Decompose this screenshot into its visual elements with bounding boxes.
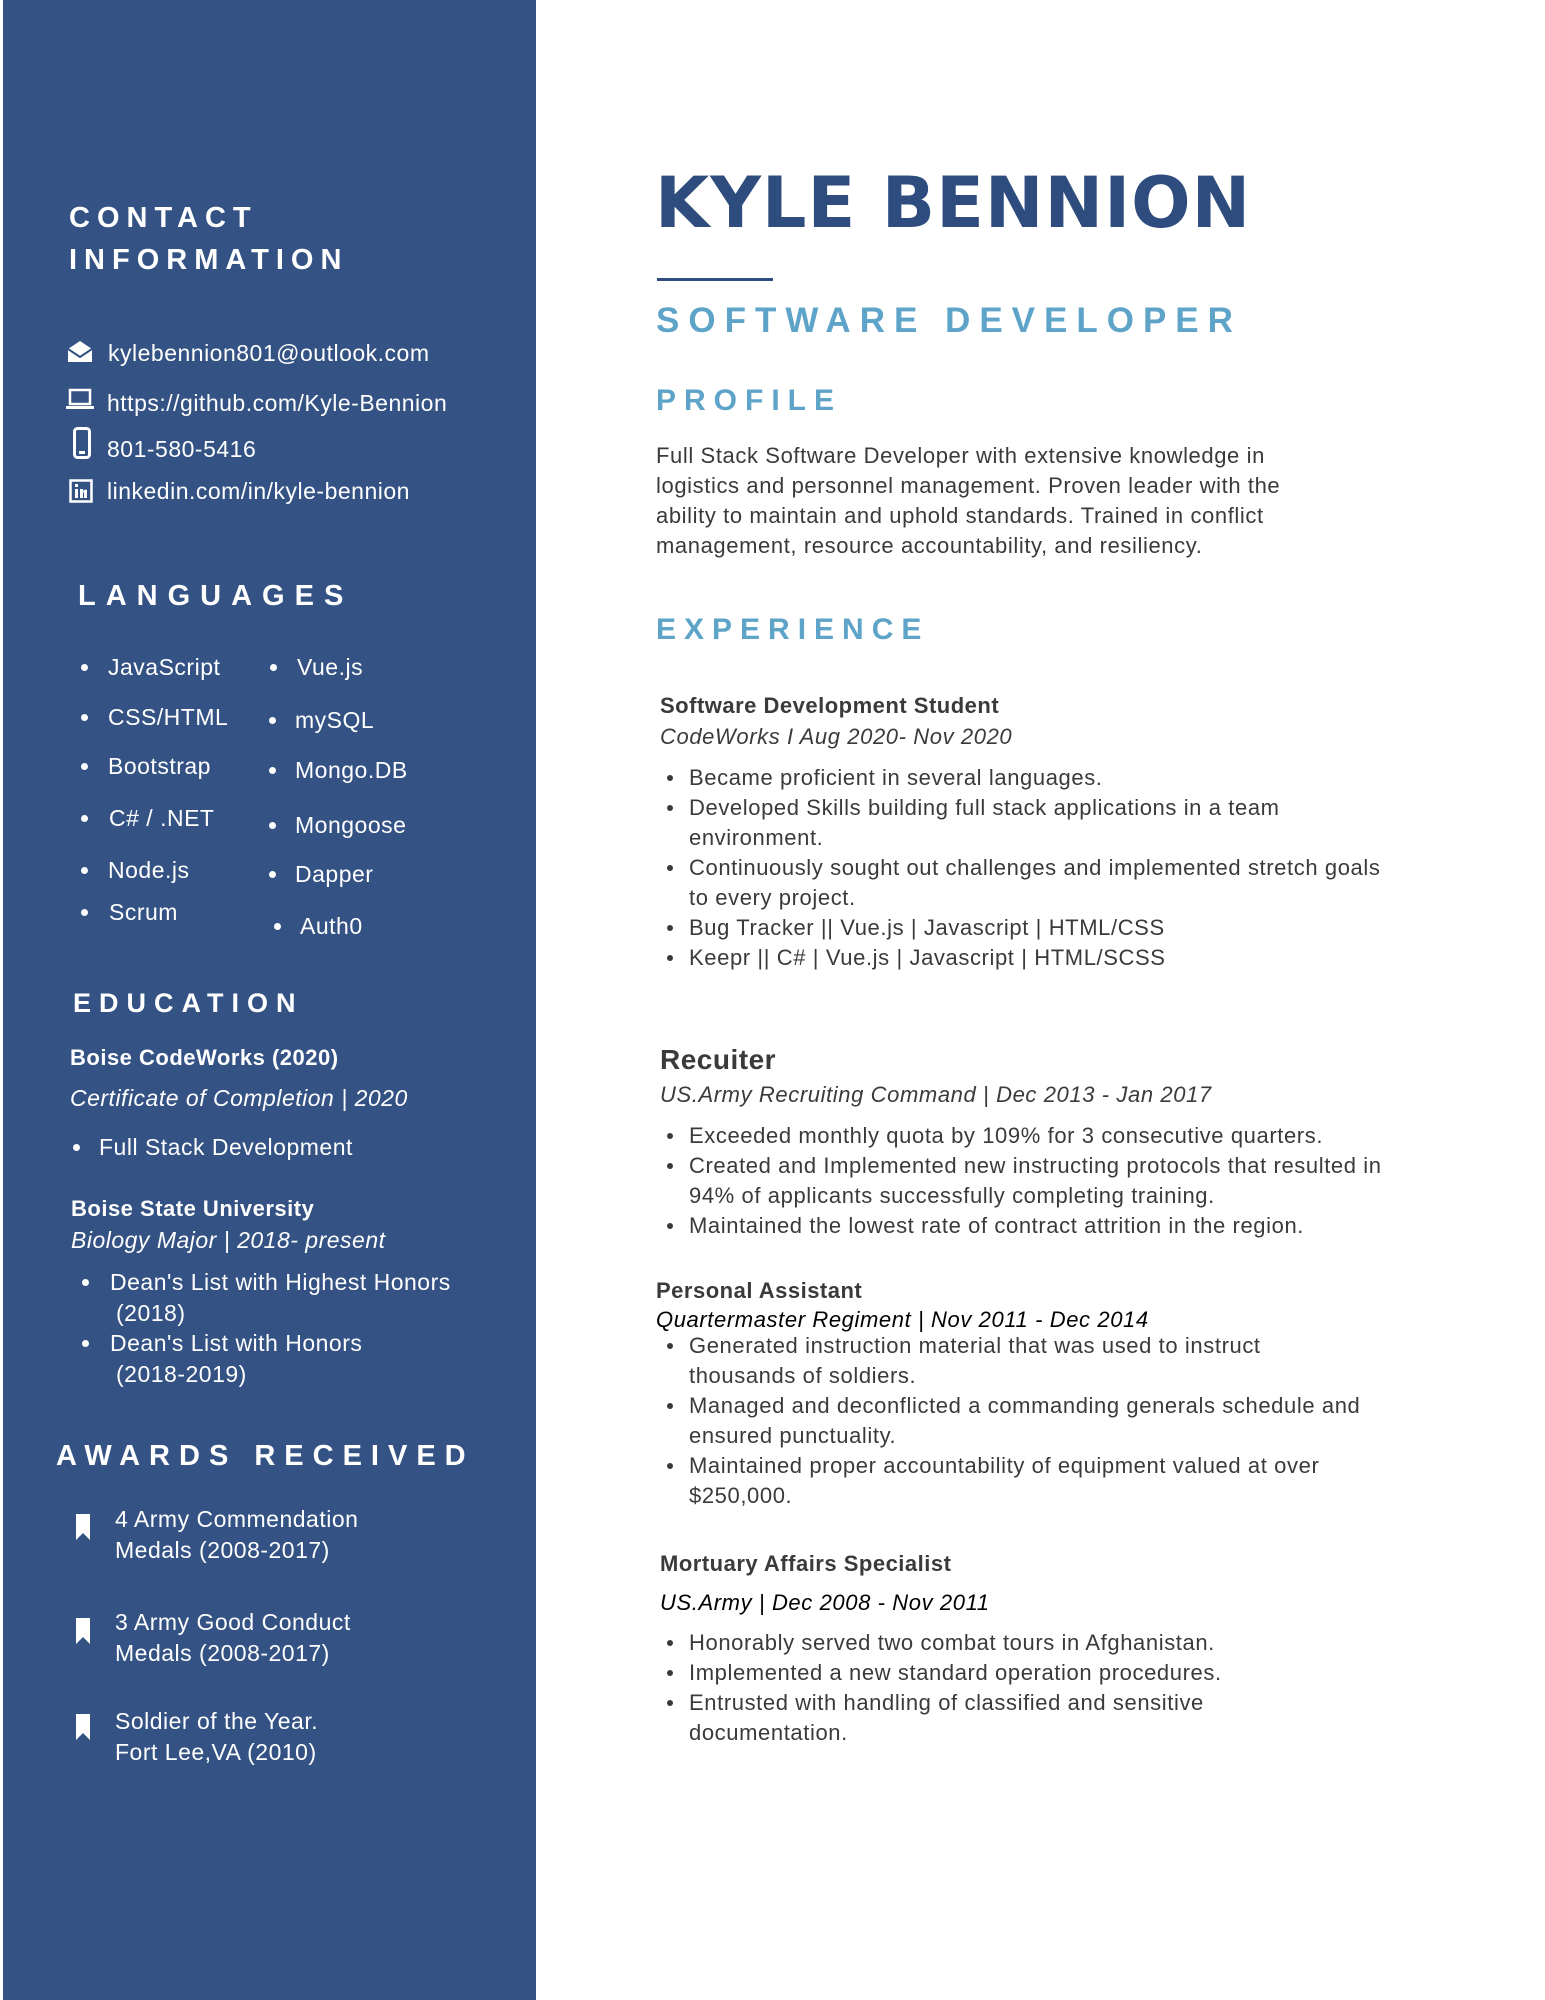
job-bullets: Became proficient in several languages. … xyxy=(667,763,1409,973)
job-bullet: Developed Skills building full stack app… xyxy=(667,793,1389,853)
contact-email[interactable]: kylebennion801@outlook.com xyxy=(108,340,430,367)
bullet-dot xyxy=(81,815,88,822)
sidebar-edge xyxy=(0,0,3,2000)
job-meta: Quartermaster Regiment | Nov 2011 - Dec … xyxy=(656,1307,1149,1332)
sidebar: CONTACT INFORMATION kylebennion801@outlo… xyxy=(0,0,536,2000)
job-bullet: Continuously sought out challenges and i… xyxy=(667,853,1389,913)
language-item: Scrum xyxy=(109,899,178,925)
language-item: Mongoose xyxy=(295,812,407,838)
education-detail-1: Certificate of Completion | 2020 xyxy=(70,1085,408,1111)
education-bullet-cont: (2018) xyxy=(116,1300,186,1326)
bookmark-icon xyxy=(76,1514,90,1540)
award-line-1: 4 Army Commendation xyxy=(115,1506,359,1532)
bookmark-icon xyxy=(76,1618,90,1644)
language-item: Mongo.DB xyxy=(295,757,408,783)
profile-line: logistics and personnel management. Prov… xyxy=(656,473,1281,498)
education-bullet-cont: (2018-2019) xyxy=(116,1361,247,1387)
award-line-1: 3 Army Good Conduct xyxy=(115,1609,351,1635)
job-bullet: Managed and deconflicted a commanding ge… xyxy=(667,1391,1389,1451)
bullet-dot xyxy=(81,867,88,874)
award-line-2: Medals (2008-2017) xyxy=(115,1640,330,1666)
bullet-dot xyxy=(269,871,276,878)
job-bullet: Bug Tracker || Vue.js | Javascript | HTM… xyxy=(667,913,1409,943)
contact-linkedin[interactable]: linkedin.com/in/kyle-bennion xyxy=(107,478,410,505)
bookmark-icon xyxy=(76,1714,90,1740)
award-line-2: Medals (2008-2017) xyxy=(115,1537,330,1563)
education-detail-2: Biology Major | 2018- present xyxy=(71,1227,386,1253)
education-bullet: Dean's List with Honors xyxy=(110,1330,363,1356)
job-bullet: Entrusted with handling of classified an… xyxy=(667,1688,1309,1748)
profile-line: management, resource accountability, and… xyxy=(656,533,1203,558)
bullet-dot xyxy=(81,664,88,671)
bullet-dot xyxy=(81,763,88,770)
bullet-dot xyxy=(82,1340,89,1347)
job-bullets: Exceeded monthly quota by 109% for 3 con… xyxy=(667,1121,1409,1241)
language-item: Node.js xyxy=(108,857,190,883)
language-item: Vue.js xyxy=(297,654,364,680)
job-bullet: Implemented a new standard operation pro… xyxy=(667,1658,1409,1688)
job-meta: US.Army Recruiting Command | Dec 2013 - … xyxy=(660,1082,1212,1107)
profile-line: ability to maintain and uphold standards… xyxy=(656,503,1264,528)
bullet-dot xyxy=(82,1279,89,1286)
experience-heading: EXPERIENCE xyxy=(656,613,930,646)
education-school-2: Boise State University xyxy=(71,1196,315,1221)
job-title-heading: SOFTWARE DEVELOPER xyxy=(656,301,1242,340)
language-item: JavaScript xyxy=(108,654,221,680)
job-title: Recuiter xyxy=(660,1044,777,1075)
contact-github[interactable]: https://github.com/Kyle-Bennion xyxy=(107,390,447,417)
job-bullet: Exceeded monthly quota by 109% for 3 con… xyxy=(667,1121,1409,1151)
job-bullet: Maintained proper accountability of equi… xyxy=(667,1451,1399,1511)
job-bullet: Became proficient in several languages. xyxy=(667,763,1409,793)
bullet-dot xyxy=(274,923,281,930)
job-meta: CodeWorks I Aug 2020- Nov 2020 xyxy=(660,724,1013,749)
bullet-dot xyxy=(269,717,276,724)
phone-icon xyxy=(73,427,91,459)
job-title: Software Development Student xyxy=(660,693,1000,718)
bullet-dot xyxy=(81,909,88,916)
job-bullet: Keepr || C# | Vue.js | Javascript | HTML… xyxy=(667,943,1409,973)
language-item: CSS/HTML xyxy=(108,704,229,730)
bullet-dot xyxy=(73,1144,80,1151)
bullet-dot xyxy=(81,714,88,721)
linkedin-icon xyxy=(69,479,93,503)
language-item: mySQL xyxy=(295,707,375,733)
profile-line: Full Stack Software Developer with exten… xyxy=(656,443,1265,468)
award-line-2: Fort Lee,VA (2010) xyxy=(115,1739,317,1765)
education-heading: EDUCATION xyxy=(73,988,304,1018)
job-bullets: Generated instruction material that was … xyxy=(667,1331,1409,1511)
award-line-1: Soldier of the Year. xyxy=(115,1708,319,1734)
job-title: Mortuary Affairs Specialist xyxy=(660,1551,952,1576)
education-school-1: Boise CodeWorks (2020) xyxy=(70,1045,339,1070)
job-bullet: Maintained the lowest rate of contract a… xyxy=(667,1211,1409,1241)
language-item: Auth0 xyxy=(300,913,363,939)
education-bullet: Dean's List with Highest Honors xyxy=(110,1269,451,1295)
laptop-icon xyxy=(66,388,94,409)
contact-heading-line1: CONTACT xyxy=(69,202,258,234)
title-divider xyxy=(657,278,773,281)
languages-heading: LANGUAGES xyxy=(78,580,354,612)
language-item: C# / .NET xyxy=(109,805,215,831)
profile-heading: PROFILE xyxy=(656,384,843,417)
bullet-dot xyxy=(270,664,277,671)
envelope-icon xyxy=(67,341,93,362)
page-title: KYLE BENNION xyxy=(655,162,1252,244)
contact-phone[interactable]: 801-580-5416 xyxy=(107,436,256,463)
bullet-dot xyxy=(269,822,276,829)
contact-heading-line2: INFORMATION xyxy=(69,244,349,276)
language-item: Bootstrap xyxy=(108,753,211,779)
education-bullet: Full Stack Development xyxy=(99,1134,353,1160)
job-bullets: Honorably served two combat tours in Afg… xyxy=(667,1628,1409,1748)
awards-heading: AWARDS RECEIVED xyxy=(56,1440,475,1472)
bullet-dot xyxy=(269,767,276,774)
job-bullet: Generated instruction material that was … xyxy=(667,1331,1329,1391)
job-bullet: Honorably served two combat tours in Afg… xyxy=(667,1628,1409,1658)
job-meta: US.Army | Dec 2008 - Nov 2011 xyxy=(660,1590,990,1615)
job-title: Personal Assistant xyxy=(656,1278,863,1303)
language-item: Dapper xyxy=(295,861,374,887)
job-bullet: Created and Implemented new instructing … xyxy=(667,1151,1389,1211)
